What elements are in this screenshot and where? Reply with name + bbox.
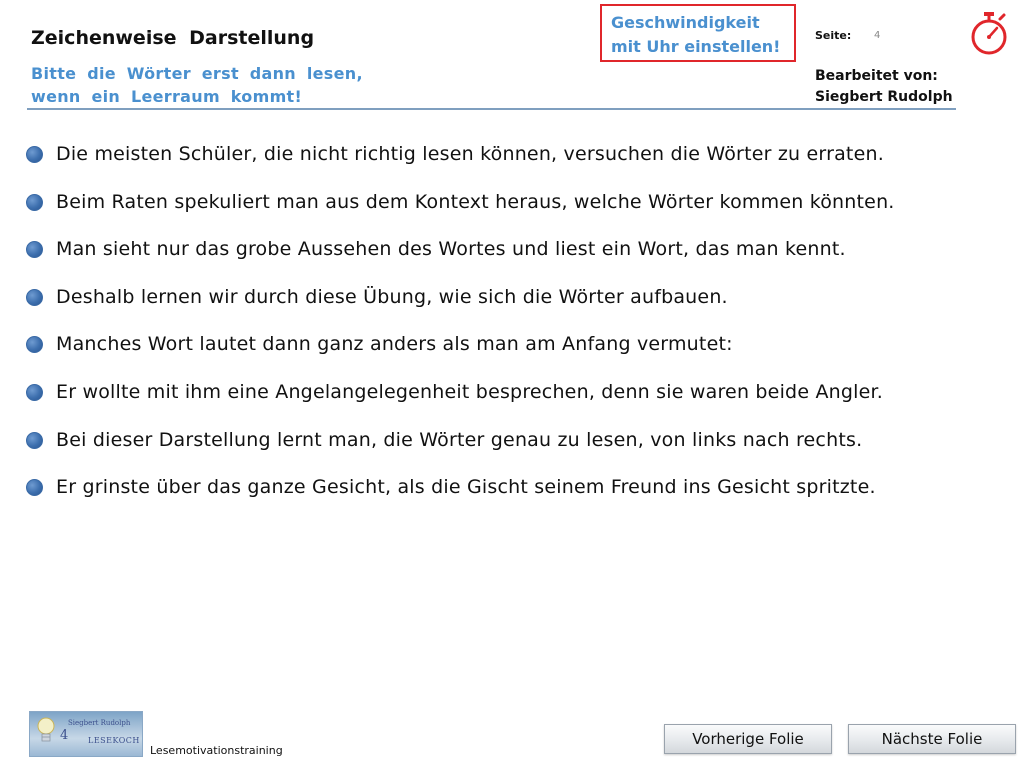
editor-label: Bearbeitet von: (815, 68, 938, 84)
line-text: Deshalb lernen wir durch diese Übung, wi… (56, 285, 728, 308)
bullet-icon[interactable] (26, 479, 43, 497)
list-item: Beim Raten spekuliert man aus dem Kontex… (26, 190, 1016, 238)
line-text: Er wollte mit ihm eine Angelangelegenhei… (56, 380, 884, 403)
bullet-icon[interactable] (26, 336, 43, 354)
list-item: Bei dieser Darstellung lernt man, die Wö… (26, 428, 1016, 476)
list-item: Er wollte mit ihm eine Angelangelegenhei… (26, 380, 1016, 428)
logo-digit: 4 (60, 728, 69, 743)
line-text: Er grinste über das ganze Gesicht, als d… (56, 476, 876, 499)
stopwatch-icon[interactable] (968, 11, 1010, 55)
lesekoch-logo: 4 Siegbert Rudolph LESEKOCH (29, 711, 143, 757)
list-item: Manches Wort lautet dann ganz anders als… (26, 332, 1016, 380)
page-number: 4 (874, 30, 881, 41)
line-text: Die meisten Schüler, die nicht richtig l… (56, 143, 884, 165)
footer-caption: Lesemotivationstraining (150, 744, 283, 757)
reading-lines: Die meisten Schüler, die nicht richtig l… (26, 142, 1016, 523)
subtitle-line-1: Bitte die Wörter erst dann lesen, (31, 64, 363, 83)
editor-name: Siegbert Rudolph (815, 89, 953, 105)
slide-subtitle: Bitte die Wörter erst dann lesen, wenn e… (31, 62, 363, 108)
logo-brand: LESEKOCH (88, 736, 140, 745)
page-label: Seite: (815, 29, 852, 42)
bullet-icon[interactable] (26, 241, 43, 259)
bullet-icon[interactable] (26, 383, 43, 401)
previous-slide-button[interactable]: Vorherige Folie (664, 724, 832, 754)
bullet-icon[interactable] (26, 146, 43, 163)
line-text: Beim Raten spekuliert man aus dem Kontex… (56, 190, 895, 213)
next-slide-button[interactable]: Nächste Folie (848, 724, 1016, 754)
speed-hint-text: Geschwindigkeit mit Uhr einstellen! (611, 11, 780, 59)
subtitle-line-2: wenn ein Leerraum kommt! (31, 87, 303, 106)
bullet-icon[interactable] (26, 431, 43, 449)
bullet-icon[interactable] (26, 193, 43, 211)
line-text: Man sieht nur das grobe Aussehen des Wor… (56, 238, 846, 261)
list-item: Man sieht nur das grobe Aussehen des Wor… (26, 237, 1016, 285)
list-item: Deshalb lernen wir durch diese Übung, wi… (26, 285, 1016, 333)
logo-name: Siegbert Rudolph (68, 719, 131, 727)
lightbulb-icon (37, 717, 55, 742)
editor-info: Bearbeitet von: Siegbert Rudolph (815, 66, 953, 108)
list-item: Er grinste über das ganze Gesicht, als d… (26, 475, 1016, 523)
list-item: Die meisten Schüler, die nicht richtig l… (26, 142, 1016, 190)
speed-hint-line-2: mit Uhr einstellen! (611, 37, 781, 56)
line-text: Bei dieser Darstellung lernt man, die Wö… (56, 428, 863, 451)
speed-hint-line-1: Geschwindigkeit (611, 13, 760, 32)
line-text: Manches Wort lautet dann ganz anders als… (56, 333, 733, 356)
header-divider (27, 108, 956, 110)
slide-title: Zeichenweise Darstellung (31, 27, 315, 49)
bullet-icon[interactable] (26, 288, 43, 306)
